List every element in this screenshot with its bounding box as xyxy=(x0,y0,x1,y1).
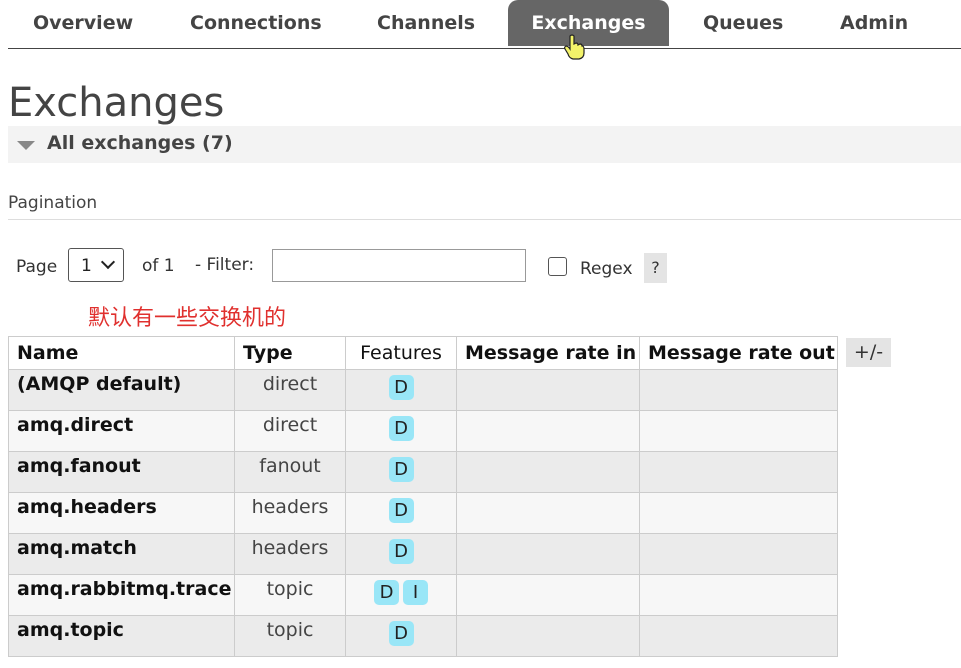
exchange-type: topic xyxy=(234,615,346,657)
exchange-name-link[interactable]: amq.rabbitmq.trace xyxy=(8,574,235,616)
exchange-name-link[interactable]: amq.headers xyxy=(8,492,235,534)
tab-queues[interactable]: Queues xyxy=(703,0,783,46)
rate-out-cell xyxy=(639,410,838,452)
features-cell: D xyxy=(345,615,457,657)
page-select[interactable]: 1 xyxy=(68,248,124,282)
table-row[interactable]: (AMQP default) direct D xyxy=(8,369,838,411)
rate-out-cell xyxy=(639,451,838,493)
filter-label: - Filter: xyxy=(195,255,255,275)
rate-in-cell xyxy=(456,574,640,616)
rate-out-cell xyxy=(639,369,838,411)
hand-cursor-icon xyxy=(564,34,585,60)
rate-in-cell xyxy=(456,615,640,657)
exchange-name-link[interactable]: amq.fanout xyxy=(8,451,235,493)
durable-badge: D xyxy=(388,375,414,400)
page-label: Page xyxy=(16,257,58,277)
rate-in-cell xyxy=(456,451,640,493)
rate-in-cell xyxy=(456,369,640,411)
collapse-arrow-icon xyxy=(17,141,35,150)
features-cell: D xyxy=(345,410,457,452)
features-cell: D xyxy=(345,369,457,411)
rate-in-cell xyxy=(456,533,640,575)
table-header-row: Name Type Features Message rate in Messa… xyxy=(8,336,838,370)
table-row[interactable]: amq.headers headers D xyxy=(8,492,838,534)
regex-help-button[interactable]: ? xyxy=(644,253,667,283)
rate-in-cell xyxy=(456,492,640,534)
divider xyxy=(8,219,961,220)
rate-in-cell xyxy=(456,410,640,452)
rate-out-cell xyxy=(639,615,838,657)
exchange-type: direct xyxy=(234,410,346,452)
top-nav: Overview Connections Channels Exchanges … xyxy=(8,0,961,49)
exchange-type: topic xyxy=(234,574,346,616)
rate-out-cell xyxy=(639,574,838,616)
table-row[interactable]: amq.topic topic D xyxy=(8,615,838,657)
pagination-heading: Pagination xyxy=(8,193,98,213)
rate-out-cell xyxy=(639,533,838,575)
durable-badge: D xyxy=(388,621,414,646)
page-count-label: of 1 xyxy=(142,256,175,276)
exchange-name-link[interactable]: amq.match xyxy=(8,533,235,575)
column-toggle-button[interactable]: +/- xyxy=(846,338,891,367)
exchange-name-link[interactable]: (AMQP default) xyxy=(8,369,235,411)
exchange-name-link[interactable]: amq.direct xyxy=(8,410,235,452)
filter-input[interactable] xyxy=(272,249,526,282)
durable-badge: D xyxy=(388,416,414,441)
features-cell: D xyxy=(345,492,457,534)
tab-connections[interactable]: Connections xyxy=(190,0,322,46)
tab-exchanges[interactable]: Exchanges xyxy=(508,0,669,46)
exchange-type: headers xyxy=(234,492,346,534)
tab-overview[interactable]: Overview xyxy=(33,0,133,46)
chevron-down-icon xyxy=(100,254,116,270)
column-rate-out-header: Message rate out xyxy=(639,336,838,370)
table-row[interactable]: amq.fanout fanout D xyxy=(8,451,838,493)
table-row[interactable]: amq.direct direct D xyxy=(8,410,838,452)
exchange-type: direct xyxy=(234,369,346,411)
column-features-header: Features xyxy=(345,336,457,370)
durable-badge: D xyxy=(388,498,414,523)
page-title: Exchanges xyxy=(8,80,225,126)
durable-badge: D xyxy=(388,539,414,564)
section-title: All exchanges (7) xyxy=(47,132,233,154)
tab-admin[interactable]: Admin xyxy=(840,0,908,46)
table-row[interactable]: amq.match headers D xyxy=(8,533,838,575)
features-cell: D xyxy=(345,533,457,575)
column-rate-in-header: Message rate in xyxy=(456,336,640,370)
column-type-header: Type xyxy=(234,336,346,370)
tab-channels[interactable]: Channels xyxy=(377,0,475,46)
exchange-type: fanout xyxy=(234,451,346,493)
all-exchanges-section-toggle[interactable]: All exchanges (7) xyxy=(8,126,961,163)
exchange-type: headers xyxy=(234,533,346,575)
exchange-name-link[interactable]: amq.topic xyxy=(8,615,235,657)
features-cell: DI xyxy=(345,574,457,616)
durable-badge: D xyxy=(374,580,399,605)
table-row[interactable]: amq.rabbitmq.trace topic DI xyxy=(8,574,838,616)
page-select-value: 1 xyxy=(81,256,92,276)
annotation-text: 默认有一些交换机的 xyxy=(88,306,287,331)
durable-badge: D xyxy=(388,457,414,482)
features-cell: D xyxy=(345,451,457,493)
exchanges-table: Name Type Features Message rate in Messa… xyxy=(8,336,838,657)
rate-out-cell xyxy=(639,492,838,534)
regex-checkbox[interactable] xyxy=(548,257,567,276)
column-name-header: Name xyxy=(8,336,235,370)
regex-label: Regex xyxy=(580,259,633,279)
internal-badge: I xyxy=(403,580,428,605)
